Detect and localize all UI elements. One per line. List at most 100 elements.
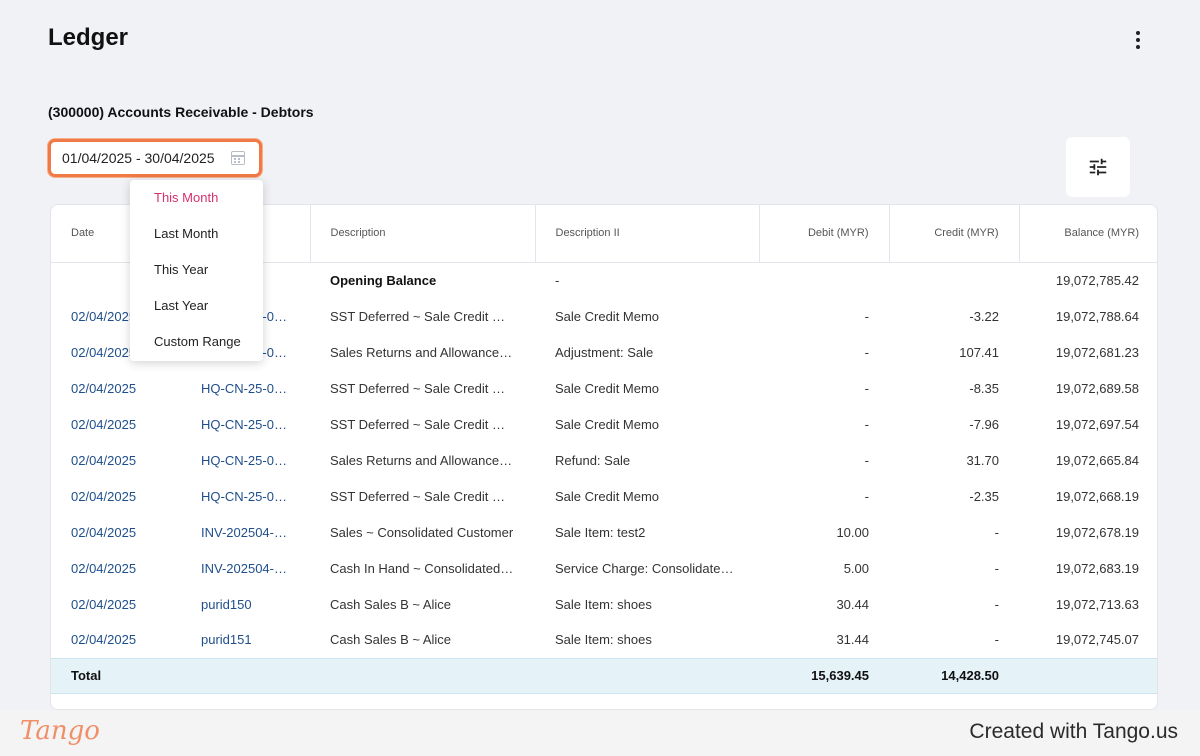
date-range-input[interactable]: 01/04/2025 - 30/04/2025 xyxy=(48,139,262,177)
table-row[interactable]: 02/04/2025 HQ-CN-25-04-0002 Sales Returns … xyxy=(51,442,1157,478)
row-debit: 5.00 xyxy=(843,560,869,576)
row-description: SST Deferred ~ Sale Credit Memo xyxy=(330,416,529,432)
row-description-2: Sale Item: shoes xyxy=(555,632,652,648)
row-description: Sales Returns and Allowances ~ Sale Cred… xyxy=(330,344,535,360)
row-date[interactable]: 02/04/2025 xyxy=(51,586,181,622)
filter-button[interactable] xyxy=(1066,137,1130,197)
date-range-option[interactable]: This Year xyxy=(130,252,263,288)
row-description: SST Deferred ~ Sale Credit Memo xyxy=(330,308,529,324)
row-description: Cash Sales B ~ Alice xyxy=(330,632,452,648)
row-balance: 19,072,681.23 xyxy=(1055,344,1139,360)
row-description-2: Service Charge: Consolidated Customer xyxy=(555,560,759,576)
row-debit: - xyxy=(864,488,869,504)
opening-balance-desc2: - xyxy=(555,272,560,288)
row-description-2: Sale Credit Memo xyxy=(555,488,660,504)
row-date[interactable]: 02/04/2025 xyxy=(51,514,181,550)
row-description: Sales ~ Consolidated Customer xyxy=(330,524,514,540)
date-range-menu: This Month Last Month This Year Last Year Cu… xyxy=(130,180,263,361)
table-row[interactable]: 02/04/2025 INV-202504-0001 Cash In Hand ~ … xyxy=(51,550,1157,586)
row-description: SST Deferred ~ Sale Credit Memo xyxy=(330,488,529,504)
ledger-page: Ledger (300000) Accounts Receivable - De… xyxy=(0,0,1200,710)
row-date[interactable]: 02/04/2025 xyxy=(51,406,181,442)
more-vert-icon[interactable] xyxy=(1126,28,1150,52)
row-reference[interactable]: purid150 xyxy=(181,586,310,622)
total-debit: 15,639.45 xyxy=(759,657,889,694)
row-balance: 19,072,683.19 xyxy=(1055,560,1139,576)
row-credit: 107.41 xyxy=(959,344,999,360)
row-description: Cash In Hand ~ Consolidated Customer xyxy=(330,560,535,576)
row-credit: -7.96 xyxy=(969,416,999,432)
row-date[interactable]: 02/04/2025 xyxy=(51,370,181,406)
date-range-option[interactable]: Custom Range xyxy=(130,324,263,360)
row-reference[interactable]: INV-202504-0001 xyxy=(181,550,310,586)
row-reference[interactable]: HQ-CN-25-04-0002 xyxy=(181,442,310,478)
row-description-2: Refund: Sale xyxy=(555,452,631,468)
row-debit: - xyxy=(864,452,869,468)
row-reference[interactable]: HQ-CN-25-04-0001 xyxy=(181,406,310,442)
row-reference[interactable]: INV-202504-0001 xyxy=(181,514,310,550)
row-debit: - xyxy=(864,308,869,324)
row-description-2: Adjustment: Sale xyxy=(555,344,654,360)
date-range-option[interactable]: This Month xyxy=(130,180,263,216)
table-row[interactable]: 02/04/2025 INV-202504-0001 Sales ~ Consoli… xyxy=(51,514,1157,550)
column-header-description[interactable]: Description xyxy=(310,205,536,263)
row-balance: 19,072,713.63 xyxy=(1055,596,1139,612)
row-description: Sales Returns and Allowances ~ Sale Cred… xyxy=(330,452,535,468)
date-range-option[interactable]: Last Year xyxy=(130,288,263,324)
row-description-2: Sale Credit Memo xyxy=(555,380,660,396)
row-description-2: Sale Credit Memo xyxy=(555,308,660,324)
table-row[interactable]: 02/04/2025 purid151 Cash Sales B ~ Alice Sa… xyxy=(51,622,1157,658)
row-reference[interactable]: HQ-CN-25-04-0001 xyxy=(181,370,310,406)
total-credit: 14,428.50 xyxy=(889,657,1019,694)
row-date[interactable]: 02/04/2025 xyxy=(51,442,181,478)
row-credit: -2.35 xyxy=(969,488,999,504)
row-credit: -8.35 xyxy=(969,380,999,396)
row-balance: 19,072,745.07 xyxy=(1055,632,1139,648)
created-with-text: Created with Tango.us xyxy=(969,720,1178,743)
tango-logo: Tango xyxy=(20,716,100,746)
total-row: Total 15,639.45 14,428.50 xyxy=(51,657,1157,694)
row-debit: - xyxy=(864,380,869,396)
row-balance: 19,072,788.64 xyxy=(1055,308,1139,324)
row-description-2: Sale Credit Memo xyxy=(555,416,660,432)
row-date[interactable]: 02/04/2025 xyxy=(51,622,181,658)
row-description-2: Sale Item: test2 xyxy=(555,524,646,540)
table-row[interactable]: 02/04/2025HQ-CN-25-04-0001 SST Deferred ~… xyxy=(51,406,1157,442)
row-reference[interactable]: HQ-CN-25-04-0002 xyxy=(181,478,310,514)
account-name: (300000) Accounts Receivable - Debtors xyxy=(48,104,314,120)
table-row[interactable]: 02/04/2025 purid150 Cash Sales B ~ Alice Sa… xyxy=(51,586,1157,622)
row-credit: - xyxy=(994,632,999,648)
row-credit: - xyxy=(994,560,999,576)
row-debit: - xyxy=(864,416,869,432)
opening-balance-label: Opening Balance xyxy=(330,272,437,288)
row-description-2: Sale Item: shoes xyxy=(555,596,652,612)
row-balance: 19,072,689.58 xyxy=(1055,380,1139,396)
date-range-option[interactable]: Last Month xyxy=(130,216,263,252)
table-row[interactable]: 02/04/2025HQ-CN-25-04-0001 SST Deferred ~… xyxy=(51,370,1157,406)
row-date[interactable]: 02/04/2025 xyxy=(51,550,181,586)
column-header-credit[interactable]: Credit (MYR) xyxy=(889,205,1020,263)
row-description: Cash Sales B ~ Alice xyxy=(330,596,452,612)
table-row[interactable]: 02/04/2025 HQ-CN-25-04-0002 SST Deferred ~… xyxy=(51,478,1157,514)
row-debit: - xyxy=(864,344,869,360)
row-debit: 31.44 xyxy=(836,632,869,648)
row-credit: -3.22 xyxy=(969,308,999,324)
column-header-debit[interactable]: Debit (MYR) xyxy=(759,205,890,263)
row-credit: - xyxy=(994,524,999,540)
row-description: SST Deferred ~ Sale Credit Memo xyxy=(330,380,529,396)
row-balance: 19,072,678.19 xyxy=(1055,524,1139,540)
column-header-description-2[interactable]: Description II xyxy=(535,205,760,263)
row-credit: - xyxy=(994,596,999,612)
total-label: Total xyxy=(51,657,181,694)
tune-icon xyxy=(1089,158,1107,176)
row-balance: 19,072,665.84 xyxy=(1055,452,1139,468)
row-balance: 19,072,668.19 xyxy=(1055,488,1139,504)
calendar-icon[interactable] xyxy=(231,151,245,165)
date-range-value: 01/04/2025 - 30/04/2025 xyxy=(62,150,215,166)
row-balance: 19,072,697.54 xyxy=(1055,416,1139,432)
column-header-balance[interactable]: Balance (MYR) xyxy=(1019,205,1157,263)
row-credit: 31.70 xyxy=(966,452,999,468)
row-date[interactable]: 02/04/2025 xyxy=(51,478,181,514)
opening-balance-value: 19,072,785.42 xyxy=(1055,272,1139,288)
row-reference[interactable]: purid151 xyxy=(181,622,310,658)
